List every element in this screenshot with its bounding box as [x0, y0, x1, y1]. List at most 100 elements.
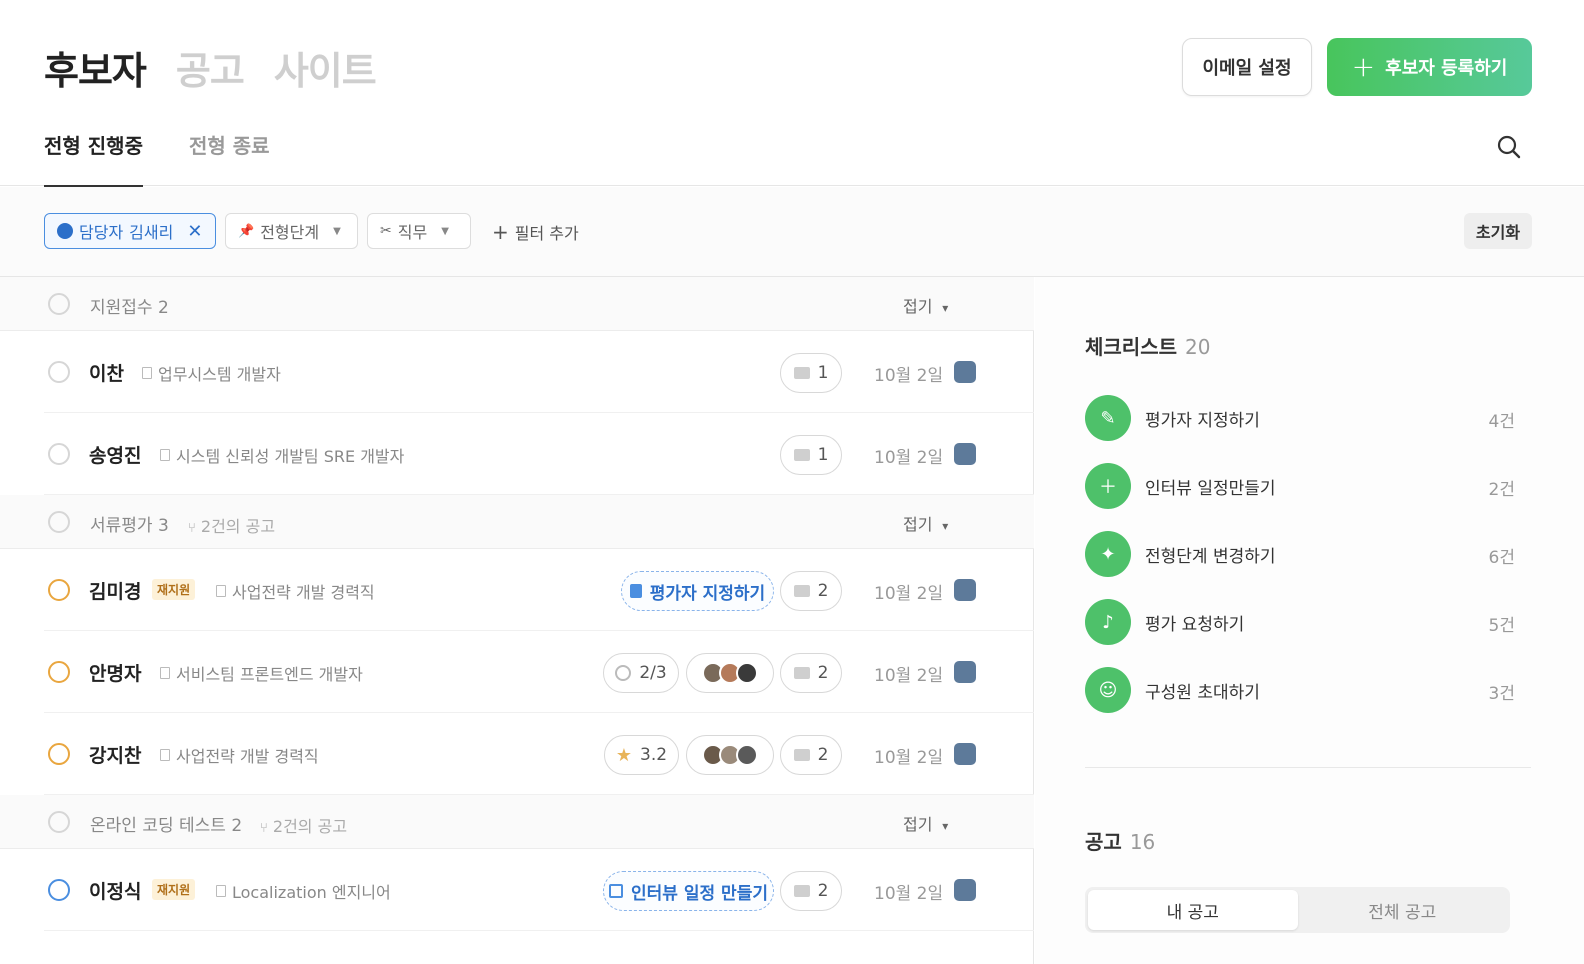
candidate-name[interactable]: 이정식 — [89, 877, 141, 904]
table-row[interactable]: 강지찬 사업전략 개발 경력직 ★ 3.2 2 10월 2일 — [44, 713, 1034, 795]
add-filter-button[interactable]: + 필터 추가 — [492, 220, 579, 244]
evaluators-pill[interactable] — [686, 735, 774, 775]
job-label: 사업전략 개발 경력직 — [232, 583, 375, 602]
job-label: 서비스팀 프론트엔드 개발자 — [176, 665, 363, 684]
avatar — [736, 662, 758, 684]
candidate-name[interactable]: 송영진 — [89, 441, 141, 468]
mail-count-pill[interactable]: 2 — [780, 653, 842, 693]
checklist-item-count: 2건 — [1488, 480, 1515, 500]
action-label: 인터뷰 일정 만들기 — [631, 883, 768, 904]
email-settings-button[interactable]: 이메일 설정 — [1182, 38, 1312, 96]
date: 10월 2일 — [874, 584, 944, 604]
tab-completed[interactable]: 전형 종료 — [189, 130, 270, 188]
candidate-name[interactable]: 안명자 — [89, 659, 141, 686]
job-label: 업무시스템 개발자 — [158, 365, 281, 384]
candidate-name[interactable]: 이찬 — [89, 359, 124, 386]
group-header: 지원접수 2 접기 — [0, 277, 1034, 331]
postings-title: 공고 16 — [1085, 826, 1155, 855]
action-label: 평가자 지정하기 — [649, 583, 766, 604]
candidate-name[interactable]: 강지찬 — [89, 741, 141, 768]
collapse-button[interactable]: 접기 — [903, 511, 948, 535]
document-icon — [629, 584, 642, 598]
score-pill[interactable]: ★ 3.2 — [604, 735, 679, 775]
group-postings-label: 2건의 공고 — [200, 517, 276, 536]
main-tabs: 후보자 공고 사이트 — [44, 40, 377, 95]
document-icon — [216, 885, 226, 897]
add-candidate-label: 후보자 등록하기 — [1385, 58, 1508, 79]
document-icon — [142, 367, 152, 379]
job-label: 사업전략 개발 경력직 — [176, 747, 319, 766]
clock-icon — [48, 661, 70, 683]
checklist-item[interactable]: ✎ 평가자 지정하기 4건 — [1085, 395, 1515, 441]
mail-count: 1 — [817, 363, 829, 383]
close-icon[interactable]: ✕ — [187, 221, 202, 242]
tab-candidates[interactable]: 후보자 — [44, 40, 147, 95]
candidate-name[interactable]: 김미경 — [89, 577, 141, 604]
mail-count-pill[interactable]: 2 — [780, 735, 842, 775]
mail-count-pill[interactable]: 2 — [780, 571, 842, 611]
group-postings: ⑂ 2건의 공고 — [260, 813, 347, 837]
search-icon[interactable] — [1496, 134, 1522, 160]
group-header: 온라인 코딩 테스트 2 ⑂ 2건의 공고 접기 — [0, 795, 1034, 849]
job-label: Localization 엔지니어 — [232, 883, 391, 902]
job-title: 사업전략 개발 경력직 — [216, 579, 375, 603]
tab-my-postings[interactable]: 내 공고 — [1088, 890, 1298, 930]
avatar — [954, 661, 976, 683]
group-title: 서류평가 3 — [90, 516, 169, 536]
evaluators-pill[interactable] — [686, 653, 774, 693]
table-row[interactable]: 김미경 재지원 사업전략 개발 경력직 평가자 지정하기 2 10월 2일 — [44, 549, 1034, 631]
document-icon — [160, 449, 170, 461]
tab-all-postings[interactable]: 전체 공고 — [1298, 890, 1508, 930]
candidate-list: 지원접수 2 접기 이찬 업무시스템 개발자 1 10월 2일 송영진 시스템 … — [0, 277, 1034, 964]
checklist-item[interactable]: ♪ 평가 요청하기 5건 — [1085, 599, 1515, 645]
user-icon — [57, 223, 73, 239]
job-title: 업무시스템 개발자 — [142, 361, 281, 385]
branch-icon: ⑂ — [188, 521, 196, 536]
job-title: 서비스팀 프론트엔드 개발자 — [160, 661, 363, 685]
mail-count-pill[interactable]: 2 — [780, 871, 842, 911]
reapply-badge: 재지원 — [152, 879, 196, 900]
postings-count: 16 — [1129, 830, 1156, 854]
filter-value: 김새리 — [129, 223, 174, 242]
table-row[interactable]: 안명자 서비스팀 프론트엔드 개발자 2/3 2 10월 2일 — [44, 631, 1034, 713]
collapse-button[interactable]: 접기 — [903, 811, 948, 835]
tab-site[interactable]: 사이트 — [274, 40, 377, 95]
tab-in-progress[interactable]: 전형 진행중 — [44, 130, 143, 188]
pin-icon: 📌 — [238, 223, 255, 239]
mail-count-pill[interactable]: 1 — [780, 435, 842, 475]
document-icon — [160, 667, 170, 679]
badge-icon: ☺ — [1085, 667, 1131, 713]
clock-icon — [48, 579, 70, 601]
mail-count-pill[interactable]: 1 — [780, 353, 842, 393]
checklist-item-count: 3건 — [1488, 684, 1515, 704]
mail-icon — [793, 885, 810, 897]
reset-button[interactable]: 초기화 — [1464, 213, 1532, 249]
avatar — [954, 443, 976, 465]
stage-filter-chip[interactable]: 📌 전형단계 ▼ — [225, 213, 358, 249]
page-header: 후보자 공고 사이트 이메일 설정 + 후보자 등록하기 전형 진행중 전형 종… — [0, 0, 1584, 188]
assign-evaluator-button[interactable]: 평가자 지정하기 — [621, 571, 774, 611]
side-panel: 체크리스트 20 ✎ 평가자 지정하기 4건 ＋ 인터뷰 일정만들기 2건 ✦ 전… — [1035, 277, 1584, 964]
checklist-count: 20 — [1185, 335, 1211, 359]
checklist-item[interactable]: ＋ 인터뷰 일정만들기 2건 — [1085, 463, 1515, 509]
add-candidate-button[interactable]: + 후보자 등록하기 — [1327, 38, 1532, 96]
manager-filter-chip[interactable]: 담당자 김새리 ✕ — [44, 213, 216, 249]
progress-value: 2/3 — [639, 663, 667, 683]
collapse-button[interactable]: 접기 — [903, 293, 948, 317]
checklist-item-count: 4건 — [1488, 412, 1515, 432]
table-row[interactable]: 이찬 업무시스템 개발자 1 10월 2일 — [44, 331, 1034, 413]
evaluation-progress-pill[interactable]: 2/3 — [603, 653, 679, 693]
schedule-interview-button[interactable]: 인터뷰 일정 만들기 — [603, 871, 774, 911]
avatar — [954, 743, 976, 765]
tab-postings[interactable]: 공고 — [176, 40, 245, 95]
job-filter-chip[interactable]: ✂ 직무 ▼ — [367, 213, 471, 249]
checklist-item-label: 평가자 지정하기 — [1145, 410, 1260, 431]
checklist-item[interactable]: ☺ 구성원 초대하기 3건 — [1085, 667, 1515, 713]
checklist-item-label: 인터뷰 일정만들기 — [1145, 478, 1276, 499]
avatar — [736, 744, 758, 766]
checklist-item[interactable]: ✦ 전형단계 변경하기 6건 — [1085, 531, 1515, 577]
table-row[interactable]: 송영진 시스템 신뢰성 개발팀 SRE 개발자 1 10월 2일 — [44, 413, 1034, 495]
plus-icon: + — [1351, 50, 1376, 83]
status-circle-icon — [48, 511, 70, 533]
table-row[interactable]: 이정식 재지원 Localization 엔지니어 인터뷰 일정 만들기 2 1… — [44, 849, 1034, 931]
